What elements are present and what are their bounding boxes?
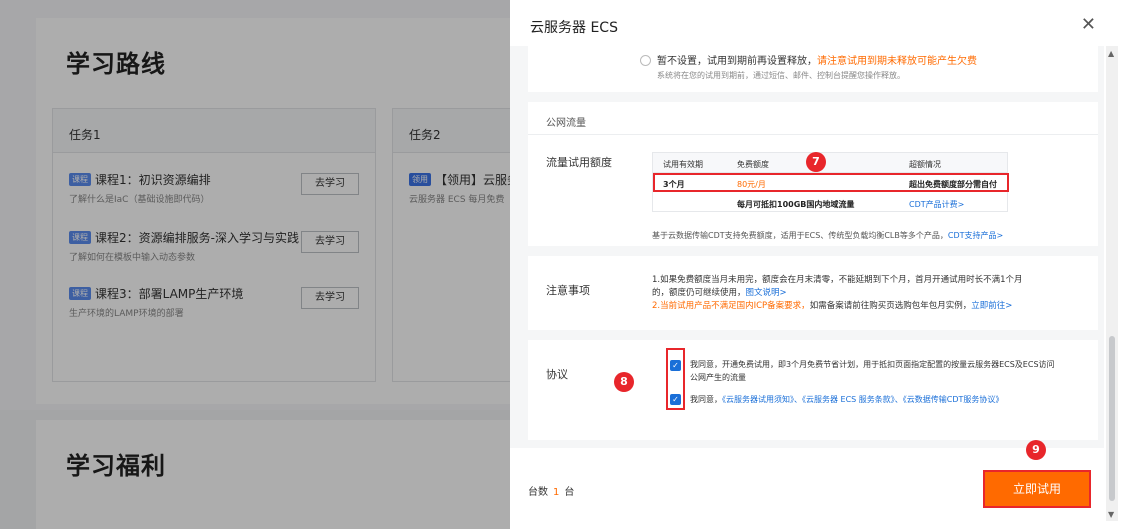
step-badge-8: 8 <box>614 372 634 392</box>
traffic-note-text: 基于云数据传输CDT支持免费额度，适用于ECS、传统型负载均衡CLB等多个产品， <box>652 231 948 240</box>
release-option-label: 暂不设置，试用到期前再设置释放， <box>657 56 817 67</box>
traffic-quota-label: 流量试用额度 <box>546 156 612 169</box>
traffic-section-title: 公网流量 <box>546 118 586 129</box>
checkbox-highlight <box>666 348 685 410</box>
agree-text-2: 我同意，《云服务器试用须知》、《云服务器 ECS 服务条款》、《云数据传输CDT… <box>690 393 1003 406</box>
release-section: 暂不设置，试用到期前再设置释放，请注意试用到期未释放可能产生欠费 系统将在您的试… <box>528 46 1098 92</box>
notes-line-2: 的，额度仍可继续使用，图文说明> <box>652 287 1082 300</box>
illustrated-guide-link[interactable]: 图文说明> <box>746 288 787 298</box>
traffic-section: 公网流量 流量试用额度 试用有效期 免费额度 超额情况 3个月 80元/月 超出… <box>528 102 1098 246</box>
quantity-display: 台数 1 台 <box>528 483 574 498</box>
table-header: 试用有效期 免费额度 超额情况 <box>653 153 1007 173</box>
release-warning: 请注意试用到期未释放可能产生欠费 <box>817 56 977 67</box>
go-now-link[interactable]: 立即前往> <box>971 301 1012 311</box>
notes-line-3: 2.当前试用产品不满足国内ICP备案要求，如需备案请前往购买页选购包年包月实例，… <box>652 300 1082 313</box>
agreement-section: 协议 ✓ 我同意，开通免费试用，即3个月免费节省计划，用于抵扣页面指定配置的按量… <box>528 340 1098 440</box>
divider <box>528 134 1098 135</box>
scroll-down-icon[interactable]: ▼ <box>1108 510 1114 519</box>
notes-text: 1.如果免费额度当月未用完，额度会在月末清零，不能延期到下个月，首月开通试用时长… <box>652 274 1082 313</box>
drawer-header: 云服务器 ECS ✕ <box>510 0 1126 50</box>
drawer-body: 暂不设置，试用到期前再设置释放，请注意试用到期未释放可能产生欠费 系统将在您的试… <box>510 46 1104 448</box>
column-header: 超额情况 <box>909 160 941 169</box>
close-icon[interactable]: ✕ <box>1081 14 1096 35</box>
radio-icon[interactable] <box>640 55 651 66</box>
agree-text-1: 我同意，开通免费试用，即3个月免费节省计划，用于抵扣页面指定配置的按量云服务器E… <box>690 360 1055 369</box>
notes-section: 注意事项 1.如果免费额度当月未用完，额度会在月末清零，不能延期到下个月，首月开… <box>528 256 1098 330</box>
scroll-thumb[interactable] <box>1109 336 1115 501</box>
release-note: 系统将在您的试用到期前，通过短信、邮件、控制台提醒您操作释放。 <box>657 71 905 80</box>
scroll-up-icon[interactable]: ▲ <box>1108 49 1114 58</box>
step-badge-7: 7 <box>806 152 826 172</box>
scrollbar[interactable]: ▲ ▼ <box>1106 46 1118 521</box>
qty-label: 台数 <box>528 487 548 498</box>
column-header: 免费额度 <box>737 160 769 169</box>
traffic-table: 试用有效期 免费额度 超额情况 3个月 80元/月 超出免费额度部分需自付 每月… <box>652 152 1009 213</box>
notes-label: 注意事项 <box>546 284 590 297</box>
cdt-products-link[interactable]: CDT支持产品> <box>948 231 1003 240</box>
button-highlight <box>983 470 1091 508</box>
drawer-title: 云服务器 ECS <box>530 20 618 36</box>
agree-text-1b: 公网产生的流量 <box>690 373 746 382</box>
agreement-links[interactable]: 《云服务器试用须知》、《云服务器 ECS 服务条款》、《云数据传输CDT服务协议… <box>722 395 1003 404</box>
column-header: 试用有效期 <box>663 160 703 169</box>
notes-line-2-text: 的，额度仍可继续使用， <box>652 288 746 298</box>
step-badge-9: 9 <box>1026 440 1046 460</box>
qty-unit: 台 <box>564 487 575 498</box>
table-row: 每月可抵扣100GB国内地域流量 CDT产品计费> <box>653 193 1007 213</box>
traffic-deduction: 每月可抵扣100GB国内地域流量 <box>737 200 855 209</box>
release-option[interactable]: 暂不设置，试用到期前再设置释放，请注意试用到期未释放可能产生欠费 <box>640 52 977 67</box>
traffic-note: 基于云数据传输CDT支持免费额度，适用于ECS、传统型负载均衡CLB等多个产品，… <box>652 230 1003 241</box>
agreement-label: 协议 <box>546 368 568 381</box>
notes-line-3-text: 如需备案请前往购买页选购包年包月实例， <box>809 301 972 311</box>
highlight-box <box>653 173 1009 192</box>
cdt-billing-link[interactable]: CDT产品计费> <box>909 199 964 210</box>
icp-warning: 2.当前试用产品不满足国内ICP备案要求， <box>652 301 810 311</box>
qty-value: 1 <box>553 487 560 498</box>
drawer-footer: 台数 1 台 立即试用 <box>510 448 1104 529</box>
agree-prefix: 我同意， <box>690 395 722 404</box>
notes-line-1: 1.如果免费额度当月未用完，额度会在月末清零，不能延期到下个月，首月开通试用时长… <box>652 275 1023 285</box>
